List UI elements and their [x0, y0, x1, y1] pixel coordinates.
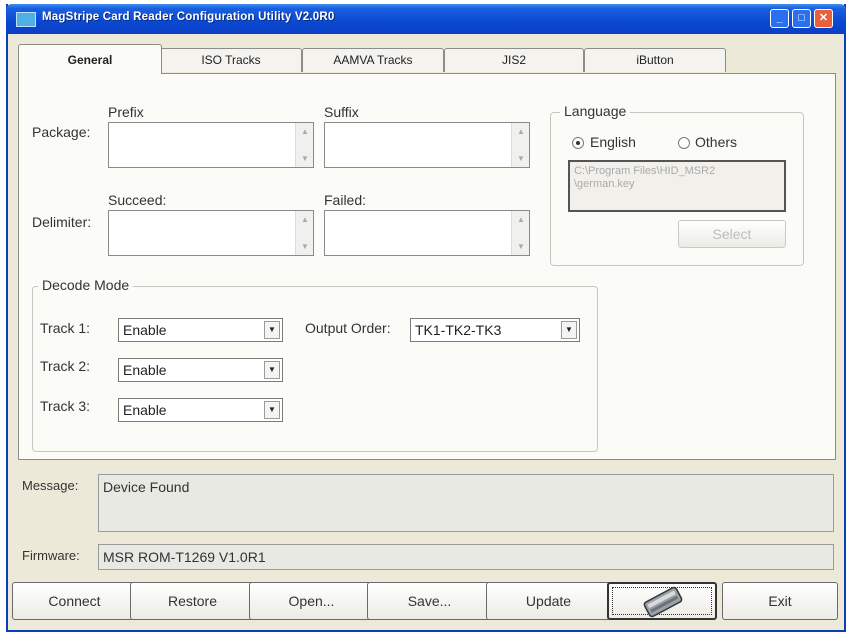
prefix-scrollbar[interactable]: ▲ ▼ — [295, 123, 313, 167]
track1-select[interactable]: Enable ▼ — [118, 318, 283, 342]
package-label: Package: — [32, 124, 91, 140]
message-label: Message: — [22, 478, 79, 493]
connect-button[interactable]: Connect — [12, 582, 137, 620]
track3-value: Enable — [123, 402, 167, 418]
language-file-path: C:\Program Files\HID_MSR2 \german.key — [568, 160, 786, 212]
firmware-label: Firmware: — [22, 548, 80, 563]
save-button[interactable]: Save... — [367, 582, 492, 620]
select-button[interactable]: Select — [678, 220, 786, 248]
firmware-box: MSR ROM-T1269 V1.0R1 — [98, 544, 834, 570]
failed-input[interactable]: ▲ ▼ — [324, 210, 530, 256]
decode-mode-title: Decode Mode — [38, 277, 134, 293]
delimiter-label: Delimiter: — [32, 214, 92, 230]
succeed-input[interactable]: ▲ ▼ — [108, 210, 314, 256]
path-line-2: \german.key — [574, 178, 635, 190]
restore-button[interactable]: Restore — [130, 582, 255, 620]
failed-label: Failed: — [324, 192, 367, 208]
chevron-down-icon[interactable]: ▼ — [561, 321, 577, 339]
language-title: Language — [560, 103, 631, 119]
failed-scrollbar[interactable]: ▲ ▼ — [511, 211, 529, 255]
suffix-input[interactable]: ▲ ▼ — [324, 122, 530, 168]
chevron-down-icon[interactable]: ▼ — [264, 321, 280, 339]
track3-label: Track 3: — [40, 398, 91, 414]
exit-button[interactable]: Exit — [722, 582, 838, 620]
others-label[interactable]: Others — [695, 134, 737, 150]
swipe-card-button[interactable] — [607, 582, 717, 620]
track2-value: Enable — [123, 362, 167, 378]
english-label[interactable]: English — [590, 134, 636, 150]
open-button[interactable]: Open... — [249, 582, 374, 620]
prefix-label: Prefix — [108, 104, 144, 120]
track3-select[interactable]: Enable ▼ — [118, 398, 283, 422]
chevron-down-icon[interactable]: ▼ — [264, 401, 280, 419]
track1-label: Track 1: — [40, 320, 91, 336]
card-reader-icon — [643, 586, 683, 618]
succeed-scrollbar[interactable]: ▲ ▼ — [295, 211, 313, 255]
track2-label: Track 2: — [40, 358, 91, 374]
suffix-scrollbar[interactable]: ▲ ▼ — [511, 123, 529, 167]
decode-mode-group — [32, 286, 598, 452]
prefix-input[interactable]: ▲ ▼ — [108, 122, 314, 168]
track1-value: Enable — [123, 322, 167, 338]
path-line-1: C:\Program Files\HID_MSR2 — [574, 165, 716, 177]
english-radio[interactable] — [572, 137, 584, 149]
succeed-label: Succeed: — [108, 192, 167, 208]
track2-select[interactable]: Enable ▼ — [118, 358, 283, 382]
chevron-down-icon[interactable]: ▼ — [264, 361, 280, 379]
output-order-select[interactable]: TK1-TK2-TK3 ▼ — [410, 318, 580, 342]
message-box: Device Found — [98, 474, 834, 532]
output-order-value: TK1-TK2-TK3 — [415, 322, 502, 338]
update-button[interactable]: Update — [486, 582, 611, 620]
suffix-label: Suffix — [324, 104, 359, 120]
others-radio[interactable] — [678, 137, 690, 149]
output-order-label: Output Order: — [305, 320, 391, 336]
